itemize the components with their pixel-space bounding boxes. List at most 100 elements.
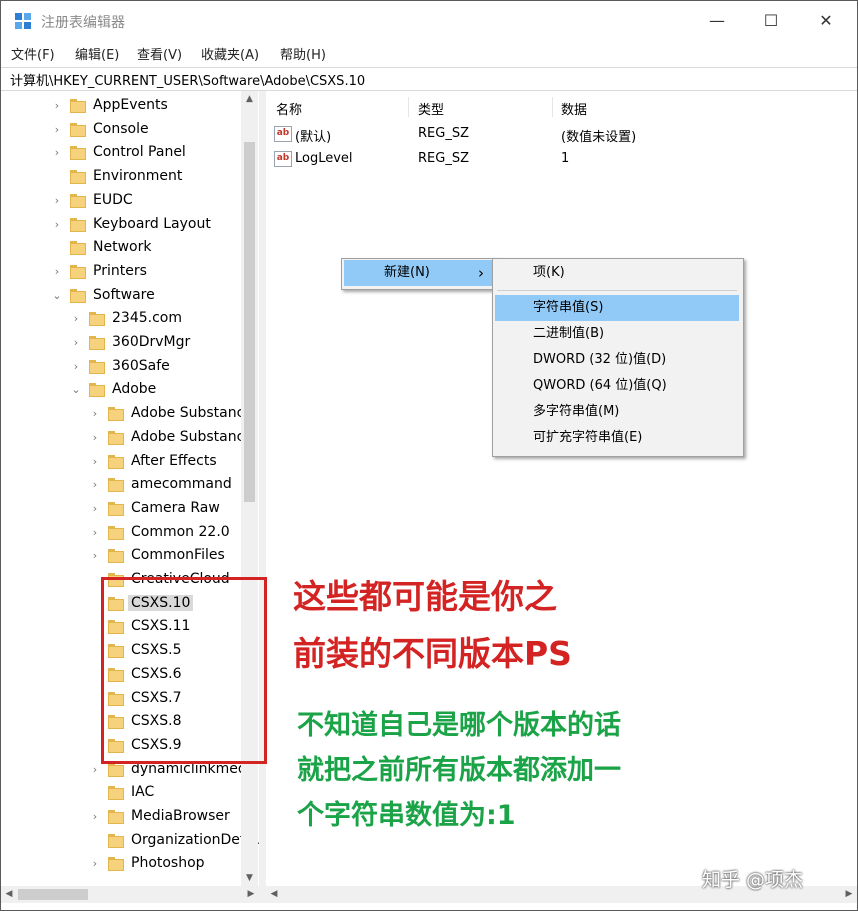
expand-chevron-right-icon[interactable]: › [89, 549, 101, 563]
scroll-right-arrow-icon[interactable]: ▶ [841, 886, 857, 903]
folder-icon [89, 312, 105, 327]
submenu-item[interactable]: 字符串值(S) [495, 295, 739, 321]
expand-chevron-right-icon[interactable]: › [51, 218, 63, 232]
value-data: 1 [561, 151, 570, 166]
folder-icon [70, 193, 86, 208]
tree-node[interactable]: › Keyboard Layout [1, 213, 259, 237]
folder-icon [70, 146, 86, 161]
address-bar[interactable]: 计算机\HKEY_CURRENT_USER\Software\Adobe\CSX… [1, 67, 857, 91]
expand-chevron-right-icon[interactable]: › [51, 146, 63, 160]
tree-node[interactable]: › Adobe Substance [1, 426, 259, 450]
expand-chevron-right-icon[interactable]: › [89, 478, 101, 492]
scroll-down-arrow-icon[interactable]: ▼ [241, 870, 258, 886]
tree-node[interactable]: › After Effects [1, 450, 259, 474]
value-row[interactable]: ab LogLevel REG_SZ 1 [266, 149, 857, 173]
submenu-item[interactable]: QWORD (64 位)值(Q) [495, 373, 739, 399]
expand-chevron-right-icon[interactable]: › [51, 99, 63, 113]
tree-node[interactable]: Network [1, 236, 259, 260]
address-path[interactable]: 计算机\HKEY_CURRENT_USER\Software\Adobe\CSX… [10, 70, 365, 89]
tree-node[interactable]: › EUDC [1, 189, 259, 213]
expand-chevron-right-icon[interactable]: › [89, 526, 101, 540]
scroll-up-arrow-icon[interactable]: ▲ [241, 91, 258, 107]
key-tree: › AppEvents › Console › Control Panel Environm… [1, 91, 259, 886]
expand-chevron-right-icon[interactable]: › [51, 265, 63, 279]
tree-node[interactable]: › Photoshop [1, 852, 259, 876]
menu-file[interactable]: 文件(F) [11, 44, 55, 63]
tree-node[interactable]: › MediaBrowser [1, 805, 259, 829]
expand-chevron-right-icon[interactable]: › [51, 123, 63, 137]
folder-icon [70, 170, 86, 185]
folder-icon [108, 525, 124, 540]
value-type: REG_SZ [418, 151, 469, 166]
tree-node[interactable]: ⌄ Adobe [1, 378, 259, 402]
expand-chevron-right-icon[interactable]: › [89, 502, 101, 516]
tree-node[interactable]: › CommonFiles [1, 544, 259, 568]
expand-chevron-right-icon[interactable]: › [89, 431, 101, 445]
expand-chevron-right-icon[interactable]: › [70, 360, 82, 374]
tree-node[interactable]: › 2345.com [1, 307, 259, 331]
column-header-name[interactable]: 名称 [276, 99, 302, 118]
folder-icon [70, 264, 86, 279]
tree-hscroll-thumb[interactable] [18, 889, 88, 900]
expand-chevron-right-icon[interactable]: › [70, 312, 82, 326]
tree-node[interactable]: › 360Safe [1, 355, 259, 379]
tree-node-label: IAC [131, 784, 155, 801]
annotation-red-line1: 这些都可能是你之 [293, 577, 557, 616]
tree-node-label: 360Safe [112, 357, 170, 374]
expand-chevron-right-icon[interactable]: › [89, 857, 101, 871]
tree-node[interactable]: › Common 22.0 [1, 521, 259, 545]
tree-node[interactable]: › Camera Raw [1, 497, 259, 521]
tree-node[interactable]: › Adobe Substance [1, 402, 259, 426]
expand-chevron-right-icon[interactable]: › [89, 810, 101, 824]
expand-chevron-down-icon[interactable]: ⌄ [70, 383, 82, 397]
tree-node[interactable]: › Console [1, 118, 259, 142]
tree-horizontal-scrollbar[interactable]: ◀ ▶ [1, 886, 259, 903]
tree-scroll-thumb[interactable] [244, 142, 255, 502]
value-row[interactable]: ab (默认) REG_SZ (数值未设置) [266, 124, 857, 148]
tree-node-label: CommonFiles [131, 547, 225, 564]
tree-node[interactable]: ⌄ Software [1, 284, 259, 308]
scroll-left-arrow-icon[interactable]: ◀ [266, 886, 282, 903]
pane-splitter[interactable] [259, 91, 266, 903]
tree-node[interactable]: › amecommand [1, 473, 259, 497]
expand-chevron-right-icon[interactable]: › [89, 455, 101, 469]
column-header-data[interactable]: 数据 [561, 99, 587, 118]
tree-vertical-scrollbar[interactable]: ▲ ▼ [241, 91, 258, 886]
expand-chevron-right-icon[interactable]: › [51, 194, 63, 208]
close-button[interactable]: ✕ [803, 5, 849, 37]
folder-icon [108, 786, 124, 801]
menu-edit[interactable]: 编辑(E) [75, 44, 119, 63]
scroll-left-arrow-icon[interactable]: ◀ [1, 886, 17, 903]
tree-node[interactable]: IAC [1, 781, 259, 805]
column-header-type[interactable]: 类型 [418, 99, 444, 118]
folder-icon [70, 241, 86, 256]
folder-icon [89, 359, 105, 374]
submenu-item[interactable]: 可扩充字符串值(E) [495, 425, 739, 451]
tree-node[interactable]: › AppEvents [1, 94, 259, 118]
menu-item-new[interactable]: 新建(N) › [344, 260, 493, 286]
expand-chevron-right-icon[interactable]: › [89, 407, 101, 421]
tree-node[interactable]: Environment [1, 165, 259, 189]
expand-chevron-right-icon[interactable]: › [70, 336, 82, 350]
menu-favorites[interactable]: 收藏夹(A) [201, 44, 259, 63]
submenu-item[interactable]: DWORD (32 位)值(D) [495, 347, 739, 373]
scroll-right-arrow-icon[interactable]: ▶ [243, 886, 259, 903]
submenu-item[interactable]: 项(K) [495, 260, 739, 286]
submenu-item[interactable]: 多字符串值(M) [495, 399, 739, 425]
tree-node[interactable]: › Printers [1, 260, 259, 284]
submenu-arrow-icon: › [478, 264, 484, 282]
expand-chevron-down-icon[interactable]: ⌄ [51, 289, 63, 303]
submenu-item[interactable]: 二进制值(B) [495, 321, 739, 347]
maximize-button[interactable]: ☐ [748, 5, 794, 37]
menu-view[interactable]: 查看(V) [137, 44, 182, 63]
folder-icon [108, 501, 124, 516]
tree-node-label: EUDC [93, 191, 133, 208]
tree-node[interactable]: OrganizationDefaults [1, 829, 259, 853]
tree-node[interactable]: › 360DrvMgr [1, 331, 259, 355]
expand-chevron-right-icon[interactable]: › [89, 763, 101, 777]
folder-icon [108, 407, 124, 422]
tree-node[interactable]: › Control Panel [1, 141, 259, 165]
menu-help[interactable]: 帮助(H) [280, 44, 326, 63]
minimize-button[interactable]: — [694, 5, 740, 37]
folder-icon [108, 833, 124, 848]
